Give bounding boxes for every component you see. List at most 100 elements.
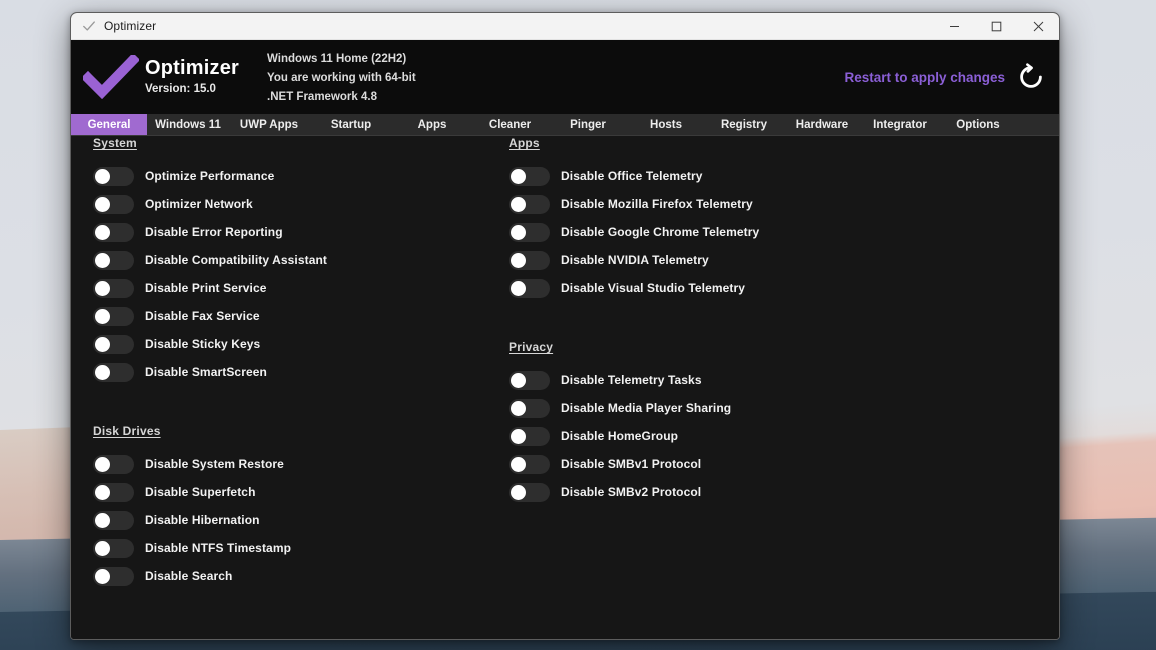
- tab-integrator[interactable]: Integrator: [861, 114, 939, 135]
- setting-label: Disable HomeGroup: [561, 429, 679, 443]
- sysinfo-os: Windows 11 Home (22H2): [267, 52, 407, 65]
- setting-row-disable-homegroup: Disable HomeGroup: [509, 422, 759, 450]
- setting-row-disable-sticky-keys: Disable Sticky Keys: [93, 330, 327, 358]
- restart-to-apply-changes-link[interactable]: Restart to apply changes: [844, 70, 1005, 85]
- tab-label: Apps: [417, 118, 447, 131]
- minimize-button[interactable]: [933, 13, 975, 40]
- setting-row-disable-print-service: Disable Print Service: [93, 274, 327, 302]
- toggle-disable-sticky-keys[interactable]: [93, 334, 134, 354]
- toggle-disable-print-service[interactable]: [93, 278, 134, 298]
- toggle-disable-hibernation[interactable]: [93, 510, 134, 530]
- check-icon: [83, 21, 95, 31]
- maximize-button[interactable]: [975, 13, 1017, 40]
- setting-label: Disable Hibernation: [145, 513, 260, 527]
- setting-label: Optimize Performance: [145, 169, 275, 183]
- setting-row-disable-hibernation: Disable Hibernation: [93, 506, 327, 534]
- toggle-disable-ntfs-timestamp[interactable]: [93, 538, 134, 558]
- toggle-disable-search[interactable]: [93, 566, 134, 586]
- system-info: Windows 11 Home (22H2) You are working w…: [267, 49, 416, 106]
- setting-label: Disable Print Service: [145, 281, 267, 295]
- tab-pinger[interactable]: Pinger: [549, 114, 627, 135]
- toggle-disable-smbv2-protocol[interactable]: [509, 482, 550, 502]
- setting-row-disable-ntfs-timestamp: Disable NTFS Timestamp: [93, 534, 327, 562]
- app-version: Version: 15.0: [145, 83, 216, 95]
- setting-label: Disable Visual Studio Telemetry: [561, 281, 746, 295]
- setting-row-disable-media-player-sharing: Disable Media Player Sharing: [509, 394, 759, 422]
- window-title: Optimizer: [104, 19, 157, 33]
- tab-windows-11[interactable]: Windows 11: [147, 114, 229, 135]
- titlebar-left: Optimizer: [71, 19, 933, 33]
- tab-hardware[interactable]: Hardware: [783, 114, 861, 135]
- column-group-gap: [509, 302, 759, 340]
- setting-row-optimize-performance: Optimize Performance: [93, 162, 327, 190]
- toggle-disable-smbv1-protocol[interactable]: [509, 454, 550, 474]
- setting-label: Disable SmartScreen: [145, 365, 267, 379]
- toggle-disable-office-telemetry[interactable]: [509, 166, 550, 186]
- setting-row-disable-nvidia-telemetry: Disable NVIDIA Telemetry: [509, 246, 759, 274]
- settings-content: System Optimize Performance Optimizer Netw…: [71, 136, 1059, 639]
- toggle-disable-error-reporting[interactable]: [93, 222, 134, 242]
- toggle-disable-homegroup[interactable]: [509, 426, 550, 446]
- toggle-optimize-performance[interactable]: [93, 166, 134, 186]
- setting-row-disable-telemetry-tasks: Disable Telemetry Tasks: [509, 366, 759, 394]
- tab-label: Registry: [720, 118, 768, 131]
- tab-cleaner[interactable]: Cleaner: [471, 114, 549, 135]
- sysinfo-arch: You are working with 64-bit: [267, 71, 416, 84]
- tab-startup[interactable]: Startup: [309, 114, 393, 135]
- tab-hosts[interactable]: Hosts: [627, 114, 705, 135]
- tab-label: Integrator: [873, 118, 927, 131]
- close-button[interactable]: [1017, 13, 1059, 40]
- restart-icon[interactable]: [1017, 63, 1045, 91]
- setting-label: Disable Mozilla Firefox Telemetry: [561, 197, 753, 211]
- toggle-optimizer-network[interactable]: [93, 194, 134, 214]
- column-group-gap: [93, 386, 327, 424]
- desktop-background: Optimizer Optimizer Version: 15.0 Window…: [0, 0, 1156, 650]
- purple-check-logo-icon: [83, 55, 139, 99]
- tab-uwp-apps[interactable]: UWP Apps: [229, 114, 309, 135]
- toggle-disable-media-player-sharing[interactable]: [509, 398, 550, 418]
- toggle-disable-compatibility-assistant[interactable]: [93, 250, 134, 270]
- toggle-disable-mozilla-firefox-telemetry[interactable]: [509, 194, 550, 214]
- toggle-disable-superfetch[interactable]: [93, 482, 134, 502]
- setting-label: Disable Fax Service: [145, 309, 260, 323]
- toggle-disable-fax-service[interactable]: [93, 306, 134, 326]
- setting-row-disable-smbv2-protocol: Disable SMBv2 Protocol: [509, 478, 759, 506]
- setting-label: Disable Google Chrome Telemetry: [561, 225, 760, 239]
- setting-row-disable-search: Disable Search: [93, 562, 327, 590]
- sysinfo-dotnet: .NET Framework 4.8: [267, 90, 377, 103]
- toggle-disable-visual-studio-telemetry[interactable]: [509, 278, 550, 298]
- setting-label: Disable Search: [145, 569, 233, 583]
- tab-registry[interactable]: Registry: [705, 114, 783, 135]
- setting-label: Disable SMBv2 Protocol: [561, 485, 702, 499]
- toggle-disable-smartscreen[interactable]: [93, 362, 134, 382]
- tab-label: UWP Apps: [239, 118, 299, 131]
- setting-label: Disable SMBv1 Protocol: [561, 457, 702, 471]
- section-title-privacy: Privacy: [509, 340, 554, 354]
- setting-label: Disable Office Telemetry: [561, 169, 703, 183]
- tab-label: Hosts: [650, 118, 682, 131]
- window-controls: [933, 13, 1059, 40]
- brand-block: Optimizer Version: 15.0: [145, 57, 239, 97]
- toggle-disable-system-restore[interactable]: [93, 454, 134, 474]
- setting-label: Disable NTFS Timestamp: [145, 541, 292, 555]
- toggle-disable-google-chrome-telemetry[interactable]: [509, 222, 550, 242]
- toggle-disable-telemetry-tasks[interactable]: [509, 370, 550, 390]
- setting-label: Disable Error Reporting: [145, 225, 283, 239]
- setting-row-disable-error-reporting: Disable Error Reporting: [93, 218, 327, 246]
- tab-label: Options: [956, 118, 1000, 131]
- setting-row-disable-compatibility-assistant: Disable Compatibility Assistant: [93, 246, 327, 274]
- setting-row-disable-mozilla-firefox-telemetry: Disable Mozilla Firefox Telemetry: [509, 190, 759, 218]
- toggle-disable-nvidia-telemetry[interactable]: [509, 250, 550, 270]
- tab-options[interactable]: Options: [939, 114, 1017, 135]
- close-icon: [1033, 21, 1043, 31]
- tab-label: Hardware: [795, 118, 849, 131]
- tab-apps[interactable]: Apps: [393, 114, 471, 135]
- tab-label: Startup: [330, 118, 372, 131]
- tab-general[interactable]: General: [71, 114, 147, 135]
- setting-label: Disable Telemetry Tasks: [561, 373, 702, 387]
- setting-label: Disable System Restore: [145, 457, 284, 471]
